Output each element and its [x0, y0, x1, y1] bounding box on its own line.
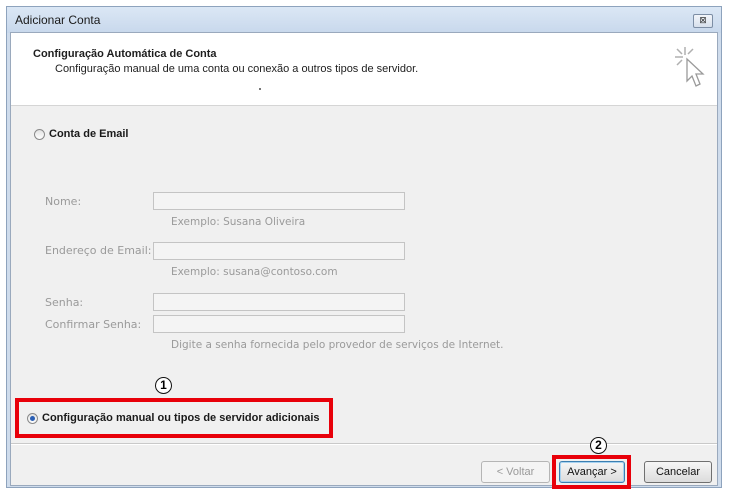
header-subtitle: Configuração manual de uma conta ou cone… [55, 63, 419, 75]
footer-separator [11, 443, 717, 445]
password-label: Senha: [45, 296, 84, 309]
confirm-password-input[interactable] [153, 315, 405, 333]
email-account-radio[interactable] [34, 129, 45, 140]
manual-config-radio[interactable] [27, 413, 38, 424]
window-title: Adicionar Conta [15, 13, 101, 27]
password-input[interactable] [153, 293, 405, 311]
title-bar: Adicionar Conta ⊠ [7, 7, 721, 33]
email-input[interactable] [153, 242, 405, 260]
name-hint: Exemplo: Susana Oliveira [171, 216, 306, 228]
confirm-password-label: Confirmar Senha: [45, 318, 142, 331]
manual-config-label[interactable]: Configuração manual ou tipos de servidor… [42, 412, 320, 424]
wizard-cursor-icon [675, 47, 705, 87]
name-label: Nome: [45, 195, 82, 208]
step-1-marker: 1 [155, 377, 172, 394]
dialog-body: Configuração Automática de Conta Configu… [10, 32, 718, 489]
header-dot [259, 88, 261, 90]
header-title: Configuração Automática de Conta [33, 48, 217, 60]
wizard-header: Configuração Automática de Conta Configu… [11, 33, 717, 106]
cancel-button[interactable]: Cancelar [644, 461, 712, 483]
name-input[interactable] [153, 192, 405, 210]
email-account-label[interactable]: Conta de Email [49, 128, 128, 140]
next-button[interactable]: Avançar > [559, 461, 625, 483]
password-hint: Digite a senha fornecida pelo provedor d… [171, 339, 504, 351]
close-icon: ⊠ [699, 16, 707, 26]
email-hint: Exemplo: susana@contoso.com [171, 266, 338, 278]
step-2-marker: 2 [590, 437, 607, 454]
add-account-dialog: Adicionar Conta ⊠ Configuração Automátic… [6, 6, 722, 489]
email-label: Endereço de Email: [45, 244, 152, 257]
close-button[interactable]: ⊠ [693, 14, 713, 28]
back-button[interactable]: < Voltar [481, 461, 550, 483]
